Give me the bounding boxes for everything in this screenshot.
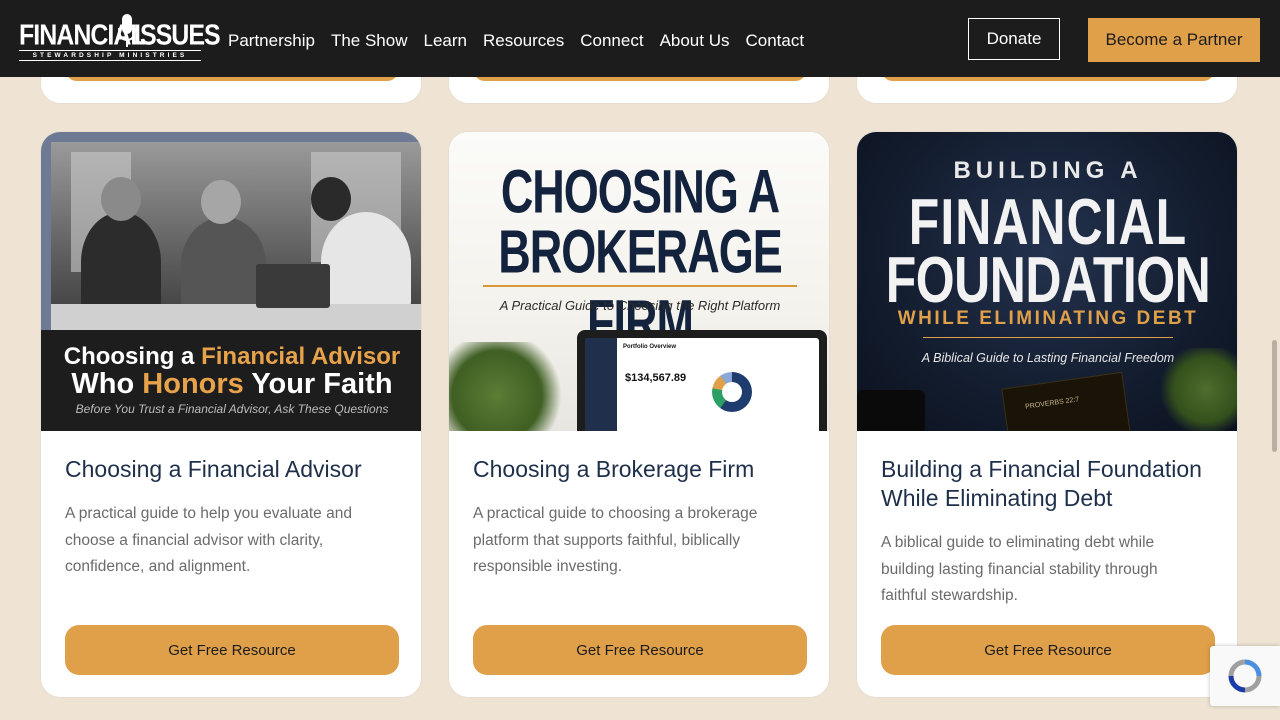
meeting-table (51, 304, 421, 332)
resource-card-financial-foundation: BUILDING A FINANCIAL FOUNDATION WHILE EL… (856, 131, 1238, 698)
financial-advisor-cover-image[interactable]: Choosing a Financial Advisor Who Honors … (41, 132, 421, 431)
nav-about-us[interactable]: About Us (660, 31, 730, 51)
allocation-donut-chart (712, 372, 752, 412)
site-logo[interactable]: FINANCIAL ISSUES STEWARDSHIP MINISTRIES (19, 13, 221, 63)
card-description: A practical guide to help you evaluate a… (65, 505, 352, 575)
resource-card-brokerage-firm: CHOOSING A BROKERAGE FIRM A Practical Gu… (448, 131, 830, 698)
screen-sidebar (585, 338, 617, 431)
cover-subline: Before You Trust a Financial Advisor, As… (75, 402, 389, 416)
card-description: A biblical guide to eliminating debt whi… (881, 534, 1158, 604)
logo-tagline: STEWARDSHIP MINISTRIES (32, 52, 188, 59)
get-free-resource-button[interactable]: Get Free Resource (65, 625, 399, 675)
recaptcha-badge[interactable] (1210, 646, 1280, 706)
nav-partnership[interactable]: Partnership (228, 31, 315, 51)
laptop-screen (585, 338, 819, 431)
nav-resources[interactable]: Resources (483, 31, 564, 51)
screen-portfolio-value: $134,567.89 (625, 372, 687, 384)
nav-connect[interactable]: Connect (580, 31, 643, 51)
logo-divider (19, 60, 201, 61)
cover-headline-line-4: WHILE ELIMINATING DEBT (897, 308, 1199, 329)
person-silhouette (81, 212, 161, 312)
cover-headline-line-1: BUILDING A (953, 157, 1143, 184)
person-head (101, 177, 141, 221)
nav-contact[interactable]: Contact (746, 31, 805, 51)
recaptcha-icon (1228, 659, 1262, 693)
laptop (256, 264, 330, 308)
nav-the-show[interactable]: The Show (331, 31, 408, 51)
person-head (201, 180, 241, 224)
card-description: A practical guide to choosing a brokerag… (473, 505, 758, 575)
nav-learn[interactable]: Learn (423, 31, 466, 51)
cover-headline-line-1: Choosing a Financial Advisor (63, 343, 401, 370)
cover-headline-line-2: Who Honors Your Faith (71, 368, 393, 400)
plant (1157, 348, 1237, 431)
logo-word-issues: ISSUES (134, 19, 221, 52)
coffee-mug (857, 390, 925, 431)
get-free-resource-button[interactable]: Get Free Resource (473, 625, 807, 675)
scrollbar-thumb[interactable] (1272, 340, 1277, 452)
cover-subtitle: A Practical Guide to Choosing the Right … (499, 298, 781, 313)
screen-title: Portfolio Overview (623, 344, 677, 350)
financial-foundation-cover-image[interactable]: BUILDING A FINANCIAL FOUNDATION WHILE EL… (857, 132, 1237, 431)
card-title[interactable]: Choosing a Brokerage Firm (473, 455, 809, 484)
plant (449, 342, 569, 431)
person-silhouette (321, 212, 411, 312)
cover-divider (923, 337, 1173, 338)
brokerage-firm-cover-image[interactable]: CHOOSING A BROKERAGE FIRM A Practical Gu… (449, 132, 829, 431)
cover-divider (483, 285, 797, 287)
card-title[interactable]: Building a Financial Foundation While El… (881, 455, 1217, 513)
card-title[interactable]: Choosing a Financial Advisor (65, 455, 401, 484)
person-silhouette (181, 217, 266, 312)
cover-headline-line-3: FOUNDATION (885, 243, 1211, 317)
site-header: FINANCIAL ISSUES STEWARDSHIP MINISTRIES … (0, 0, 1280, 77)
get-free-resource-button[interactable]: Get Free Resource (881, 625, 1215, 675)
person-head (311, 177, 351, 221)
donate-button[interactable]: Donate (968, 18, 1060, 60)
become-partner-button[interactable]: Become a Partner (1088, 18, 1260, 62)
logo-divider (19, 50, 201, 51)
main-nav: Partnership The Show Learn Resources Con… (228, 31, 804, 51)
resource-card-financial-advisor: Choosing a Financial Advisor Who Honors … (40, 131, 422, 698)
